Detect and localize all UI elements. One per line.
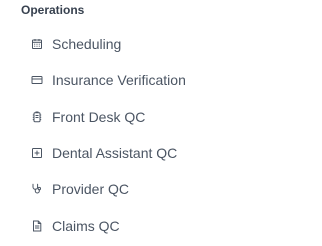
operations-nav-panel: Operations Scheduling Insurance Verifica… [0,0,322,246]
credit-card-icon [31,74,43,86]
nav-item-insurance-verification[interactable]: Insurance Verification [0,62,322,98]
nav-item-claims-qc[interactable]: Claims QC [0,207,322,243]
file-text-icon [31,220,43,232]
plus-square-icon [31,147,43,159]
nav-item-label: Front Desk QC [52,108,146,125]
stethoscope-icon [31,183,43,195]
nav-item-label: Dental Assistant QC [52,145,178,162]
nav-item-scheduling[interactable]: Scheduling [0,26,322,62]
clipboard-icon [31,111,43,123]
nav-item-label: Provider QC [52,181,130,198]
section-title: Operations [21,3,85,17]
nav-item-label: Claims QC [52,217,120,234]
operations-nav-list: Scheduling Insurance Verification Front … [0,26,322,244]
calendar-icon [31,38,43,50]
nav-item-dental-assistant-qc[interactable]: Dental Assistant QC [0,135,322,171]
nav-item-label: Insurance Verification [52,72,186,89]
nav-item-label: Scheduling [52,36,122,53]
nav-item-provider-qc[interactable]: Provider QC [0,171,322,207]
nav-item-front-desk-qc[interactable]: Front Desk QC [0,99,322,135]
